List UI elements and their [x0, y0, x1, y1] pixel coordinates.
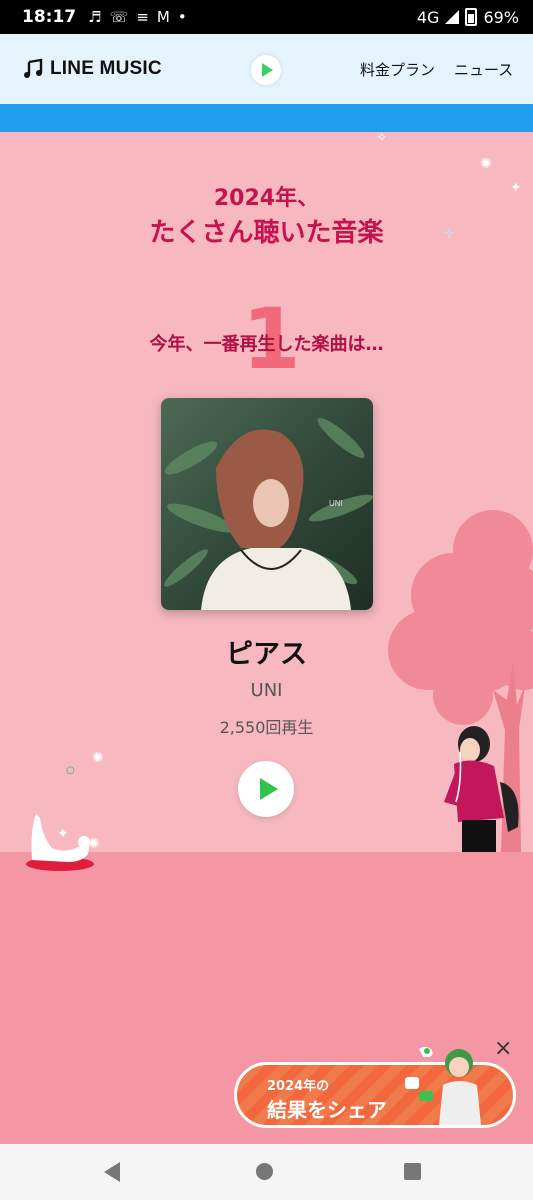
sparkle-decoration: ✺ — [480, 156, 492, 172]
status-time: 18:17 — [22, 7, 77, 27]
recap-title: たくさん聴いた音楽 — [149, 218, 384, 248]
sparkle-decoration: ✺ — [88, 836, 100, 852]
recent-apps-icon[interactable] — [404, 1163, 421, 1180]
music-note-icon: ♬ — [88, 8, 102, 26]
back-icon[interactable] — [104, 1162, 120, 1182]
battery-level: 69% — [483, 7, 519, 27]
brand-name: LINE MUSIC — [50, 58, 162, 79]
recap-year: 2024年、 — [213, 186, 320, 211]
song-title: ピアス — [226, 639, 307, 670]
share-person-icon — [405, 1047, 481, 1125]
album-cover[interactable]: UNI — [161, 398, 373, 610]
album-cover-art: UNI — [161, 398, 373, 610]
sparkle-decoration: ✦ — [57, 826, 69, 842]
music-note-icon — [24, 58, 43, 78]
artist-name: UNI — [250, 680, 283, 701]
share-line-2: 結果をシェア — [267, 1098, 387, 1122]
header-play-button[interactable] — [251, 55, 281, 85]
play-count: 2,550回再生 — [219, 718, 314, 737]
network-type: 4G — [416, 7, 440, 27]
gmail-icon: M — [156, 8, 170, 26]
signal-icon — [445, 10, 460, 24]
sparkle-decoration: ✧ — [376, 130, 388, 146]
sparkle-decoration: ○ — [66, 765, 75, 776]
status-bar: 18:17 ♬ ☏ ≡ M • 4G 69% — [0, 0, 533, 34]
header-strip — [0, 104, 533, 132]
dot-icon: • — [177, 8, 187, 26]
system-nav-bar — [0, 1144, 533, 1200]
missed-call-icon: ☏ — [109, 8, 129, 26]
app-header: LINE MUSIC 料金プラン ニュース — [0, 34, 533, 104]
nav-pricing-plan[interactable]: 料金プラン — [360, 59, 435, 80]
line-music-logo[interactable]: LINE MUSIC — [22, 58, 162, 80]
share-results-button[interactable]: 2024年の 結果をシェア — [234, 1047, 516, 1128]
svg-text:UNI: UNI — [329, 499, 343, 508]
sparkle-decoration: ✺ — [92, 750, 104, 766]
share-line-1: 2024年の — [267, 1079, 330, 1094]
home-icon[interactable] — [256, 1163, 273, 1180]
play-button[interactable] — [238, 761, 294, 817]
battery-icon — [465, 8, 478, 26]
nav-news[interactable]: ニュース — [454, 59, 513, 80]
rank-caption: 今年、一番再生した楽曲は… — [149, 334, 384, 355]
listener-illustration — [444, 726, 519, 852]
message-icon: ≡ — [136, 8, 149, 26]
